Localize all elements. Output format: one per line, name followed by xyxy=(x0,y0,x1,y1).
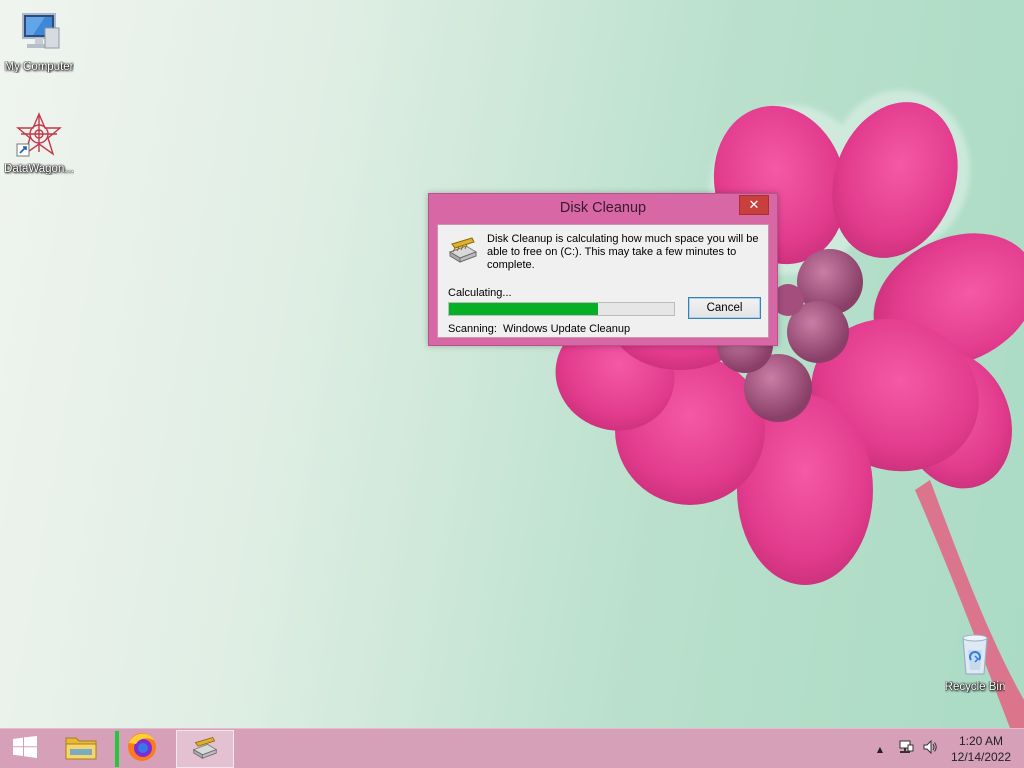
status-label: Calculating... xyxy=(448,287,512,299)
scanning-label: Scanning: xyxy=(448,323,497,335)
running-indicator xyxy=(115,731,119,767)
recycle-bin-icon xyxy=(951,630,999,678)
desktop-icon-label: Recycle Bin xyxy=(944,681,1006,693)
start-button[interactable] xyxy=(0,729,50,768)
datawagon-icon xyxy=(15,112,63,160)
taskbar-firefox[interactable] xyxy=(114,729,170,768)
dialog-body: Disk Cleanup is calculating how much spa… xyxy=(437,224,769,338)
taskbar-disk-cleanup[interactable] xyxy=(176,730,234,768)
scanning-item: Windows Update Cleanup xyxy=(502,323,631,335)
progress-fill xyxy=(449,303,598,315)
scanning-status: Scanning: Windows Update Cleanup xyxy=(448,323,630,335)
dialog-title: Disk Cleanup xyxy=(559,200,647,216)
close-button[interactable]: ✕ xyxy=(739,195,769,215)
network-tray-button[interactable] xyxy=(895,729,917,768)
desktop-icon-recycle-bin[interactable]: Recycle Bin xyxy=(936,630,1014,693)
cancel-button[interactable]: Cancel xyxy=(688,297,761,319)
dialog-titlebar[interactable]: Disk Cleanup ✕ xyxy=(429,194,777,223)
desktop-wallpaper xyxy=(555,90,1024,728)
network-icon xyxy=(898,739,914,759)
taskbar-clock[interactable]: 1:20 AM 12/14/2022 xyxy=(946,733,1016,765)
firefox-icon xyxy=(126,731,158,767)
clock-date: 12/14/2022 xyxy=(950,750,1012,764)
disk-cleanup-dialog: Disk Cleanup ✕ Disk Cleanup is calculati… xyxy=(428,193,778,346)
show-hidden-icons-button[interactable]: ▲ xyxy=(872,729,888,768)
close-icon: ✕ xyxy=(748,197,760,213)
volume-tray-button[interactable] xyxy=(919,729,941,768)
disk-cleanup-icon xyxy=(446,234,480,264)
windows-logo-icon xyxy=(13,736,37,762)
taskbar-file-explorer[interactable] xyxy=(58,729,104,768)
disk-cleanup-icon xyxy=(190,734,220,764)
desktop-icon-datawagon[interactable]: DataWagon... xyxy=(0,112,78,175)
computer-icon xyxy=(15,10,63,58)
clock-time: 1:20 AM xyxy=(958,734,1004,748)
folder-icon xyxy=(64,732,98,766)
progress-bar xyxy=(448,302,675,316)
desktop-icon-label: DataWagon... xyxy=(4,163,74,175)
taskbar: ▲ 1:20 AM 12/14/2022 xyxy=(0,728,1024,768)
dialog-message: Disk Cleanup is calculating how much spa… xyxy=(487,233,759,271)
speaker-icon xyxy=(922,739,938,759)
desktop-icon-my-computer[interactable]: My Computer xyxy=(0,10,78,73)
chevron-up-icon: ▲ xyxy=(876,744,884,754)
desktop-icon-label: My Computer xyxy=(4,61,74,73)
